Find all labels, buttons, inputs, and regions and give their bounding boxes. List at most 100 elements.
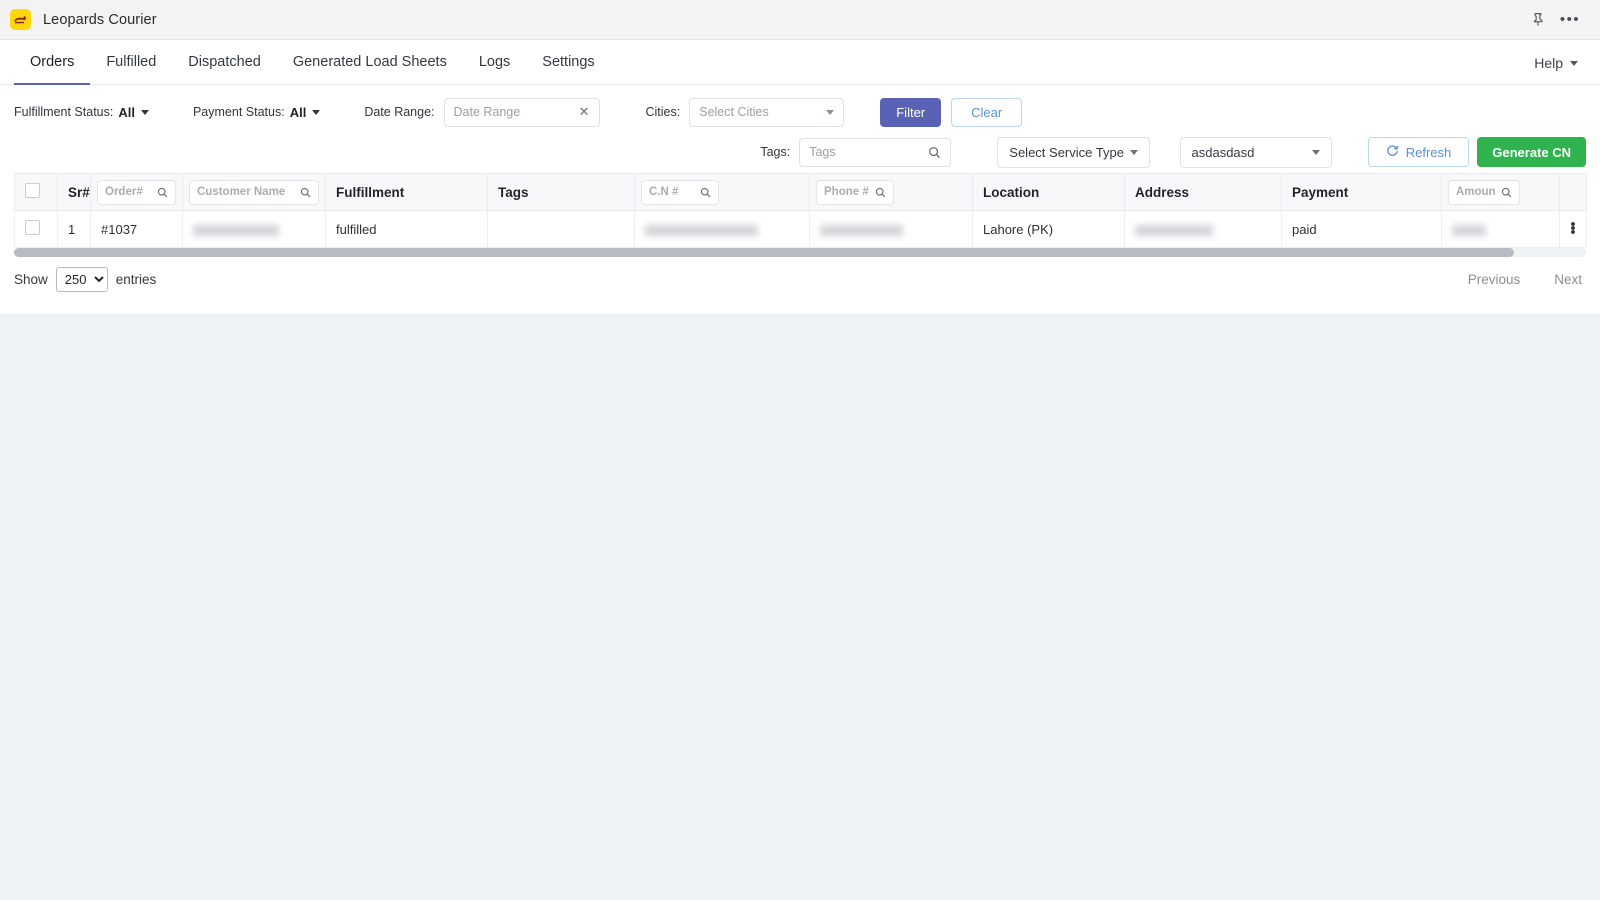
phone-search-input[interactable]: Phone #	[816, 180, 894, 205]
payment-status-dropdown[interactable]: Payment Status: All	[193, 105, 320, 120]
customer-name-search-input[interactable]: Customer Name	[189, 180, 319, 205]
row-select-checkbox[interactable]	[25, 220, 40, 235]
app-window: Leopards Courier ••• Orders Fulfilled Di…	[0, 0, 1600, 900]
tab-generated-load-sheets[interactable]: Generated Load Sheets	[277, 54, 463, 85]
column-tags: Tags	[488, 174, 635, 211]
cell-fulfillment: fulfilled	[326, 211, 488, 248]
table-header: Sr# Order# Customer Name	[15, 174, 1587, 211]
row-actions-menu[interactable]: •••	[1560, 211, 1587, 248]
cell-address	[1125, 211, 1282, 248]
column-actions	[1560, 174, 1587, 211]
column-amount-search: Amoun	[1442, 174, 1560, 211]
more-options-dots: •••	[1560, 15, 1580, 25]
app-title: Leopards Courier	[43, 12, 157, 28]
chevron-down-icon	[826, 110, 834, 115]
cell-amount	[1442, 211, 1560, 248]
entries-label: entries	[116, 272, 157, 287]
clear-button[interactable]: Clear	[951, 98, 1022, 127]
select-all-checkbox[interactable]	[25, 183, 40, 198]
cn-search-placeholder: C.N #	[649, 186, 700, 198]
search-icon	[875, 187, 886, 198]
tags-placeholder: Tags	[809, 145, 928, 159]
select-all-header	[15, 174, 58, 211]
pin-icon[interactable]	[1524, 7, 1552, 33]
payment-status-value: All	[290, 105, 307, 120]
service-type-select[interactable]: Select Service Type	[997, 137, 1149, 168]
redacted-amount	[1452, 225, 1486, 236]
date-range-label: Date Range:	[364, 105, 434, 119]
table-horizontal-scrollbar[interactable]	[14, 248, 1586, 257]
column-customer-search: Customer Name	[183, 174, 326, 211]
help-dropdown[interactable]: Help	[1534, 55, 1600, 84]
filter-button[interactable]: Filter	[880, 98, 941, 127]
customer-search-placeholder: Customer Name	[197, 186, 300, 198]
column-phone-search: Phone #	[810, 174, 973, 211]
table-footer: Show 250 entries Previous Next	[0, 257, 1600, 314]
fulfillment-status-label: Fulfillment Status:	[14, 105, 113, 119]
amount-search-placeholder: Amoun	[1456, 186, 1501, 198]
tab-settings[interactable]: Settings	[526, 54, 610, 85]
card-bottom-divider	[0, 314, 1600, 315]
title-bar: Leopards Courier •••	[0, 0, 1600, 40]
generate-cn-button[interactable]: Generate CN	[1477, 137, 1586, 167]
leopards-logo-icon	[10, 9, 31, 30]
tab-logs[interactable]: Logs	[463, 54, 526, 85]
date-range-input[interactable]: Date Range ✕	[444, 98, 600, 127]
nav-tabs: Orders Fulfilled Dispatched Generated Lo…	[0, 40, 1600, 85]
cell-cn	[635, 211, 810, 248]
cell-sr: 1	[58, 211, 91, 248]
show-label: Show	[14, 272, 48, 287]
column-cn-search: C.N #	[635, 174, 810, 211]
column-address: Address	[1125, 174, 1282, 211]
refresh-label: Refresh	[1406, 145, 1452, 160]
order-search-input[interactable]: Order#	[97, 180, 176, 205]
previous-page-button[interactable]: Previous	[1468, 272, 1521, 287]
help-label: Help	[1534, 55, 1563, 71]
cn-search-input[interactable]: C.N #	[641, 180, 719, 205]
redacted-customer-name	[193, 225, 279, 236]
chevron-down-icon	[1130, 150, 1138, 155]
cell-customer	[183, 211, 326, 248]
redacted-cn-number	[645, 225, 758, 236]
order-search-placeholder: Order#	[105, 186, 157, 198]
filter-row-1: Fulfillment Status: All Payment Status: …	[14, 95, 1586, 129]
account-value: asdasdasd	[1192, 145, 1312, 160]
next-page-button[interactable]: Next	[1554, 272, 1582, 287]
cell-location: Lahore (PK)	[973, 211, 1125, 248]
search-icon	[928, 146, 941, 159]
refresh-icon	[1386, 144, 1399, 160]
chevron-down-icon	[1312, 150, 1320, 155]
amount-search-input[interactable]: Amoun	[1448, 180, 1520, 205]
filter-bar: Fulfillment Status: All Payment Status: …	[0, 85, 1600, 173]
search-icon	[157, 187, 168, 198]
orders-table-container: Sr# Order# Customer Name	[0, 173, 1600, 248]
page-size-select[interactable]: 250	[56, 267, 108, 292]
orders-table: Sr# Order# Customer Name	[14, 173, 1587, 248]
kebab-menu-icon: •••	[1560, 223, 1586, 235]
cities-select[interactable]: Select Cities	[689, 98, 844, 127]
scrollbar-thumb[interactable]	[14, 248, 1514, 257]
phone-search-placeholder: Phone #	[824, 186, 875, 198]
redacted-address	[1135, 225, 1213, 236]
more-options-icon[interactable]: •••	[1556, 7, 1584, 33]
fulfillment-status-dropdown[interactable]: Fulfillment Status: All	[14, 105, 149, 120]
cell-order[interactable]: #1037	[91, 211, 183, 248]
refresh-button[interactable]: Refresh	[1368, 137, 1470, 167]
tab-orders[interactable]: Orders	[14, 54, 90, 85]
cities-label: Cities:	[646, 105, 681, 119]
tags-input[interactable]: Tags	[799, 138, 951, 167]
account-select[interactable]: asdasdasd	[1180, 137, 1332, 168]
table-row: 1 #1037 fulfilled Lahore (PK	[15, 211, 1587, 248]
search-icon	[700, 187, 711, 198]
clear-icon[interactable]: ✕	[573, 104, 590, 120]
chevron-down-icon	[1570, 61, 1578, 66]
cities-placeholder: Select Cities	[699, 105, 826, 119]
tab-dispatched[interactable]: Dispatched	[172, 54, 277, 85]
column-payment: Payment	[1282, 174, 1442, 211]
cell-tags	[488, 211, 635, 248]
fulfillment-status-value: All	[118, 105, 135, 120]
table-header-row: Sr# Order# Customer Name	[15, 174, 1587, 211]
main-card: Orders Fulfilled Dispatched Generated Lo…	[0, 40, 1600, 315]
tab-fulfilled[interactable]: Fulfilled	[90, 54, 172, 85]
tags-label: Tags:	[760, 145, 790, 159]
